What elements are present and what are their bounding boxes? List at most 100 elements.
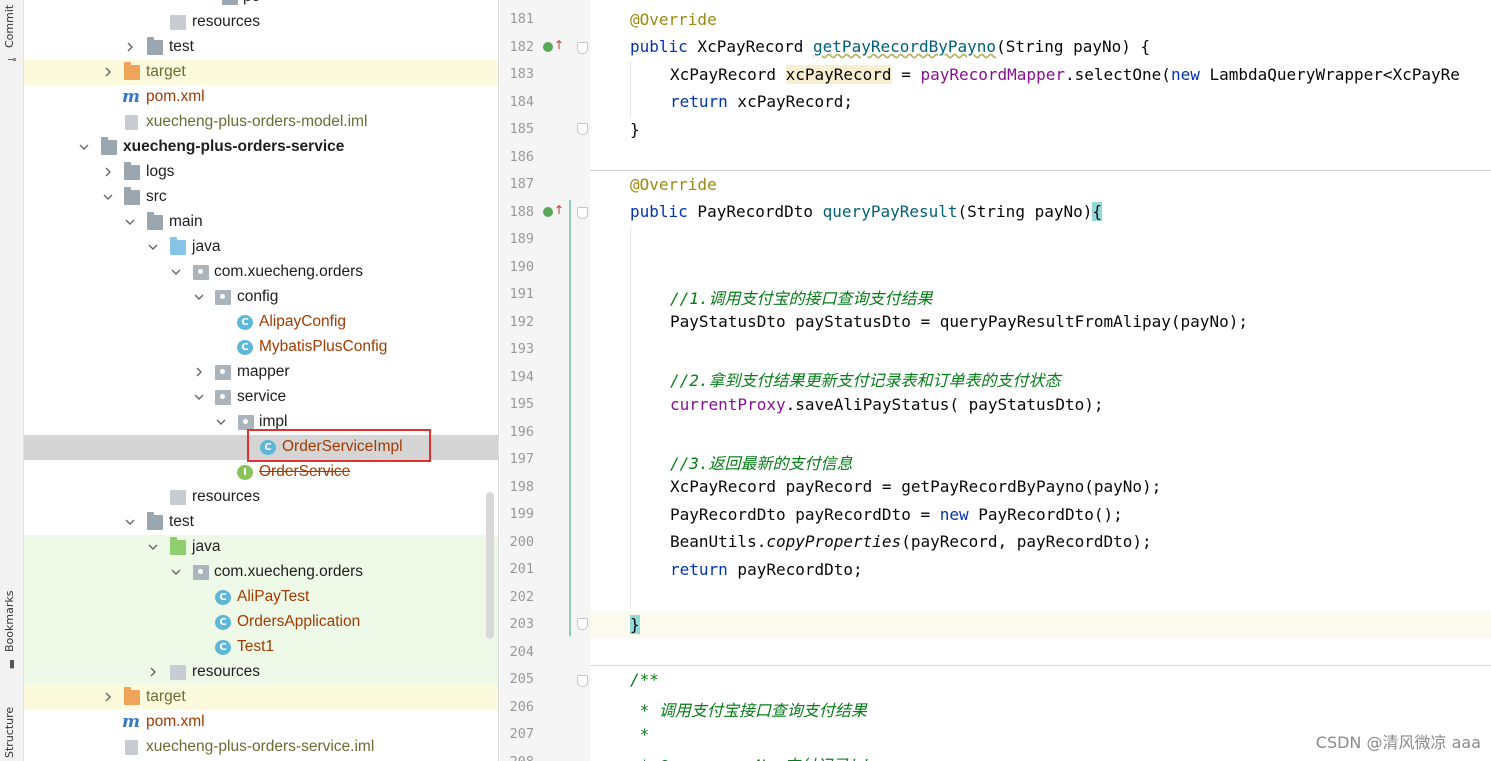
tree-row-alipaytest[interactable]: C AliPayTest [24,585,498,610]
tree-row-impl[interactable]: impl [24,410,498,435]
code-line-194[interactable]: //2.拿到支付结果更新支付记录表和订单表的支付状态 [670,367,1061,391]
code-line-205[interactable]: /** [630,670,659,689]
tree-row-service[interactable]: service [24,385,498,410]
code-line-181[interactable]: @Override [630,10,717,29]
code-line-201[interactable]: return payRecordDto; [670,560,863,579]
tree-row-mapper[interactable]: mapper [24,360,498,385]
implements-method-icon[interactable] [543,207,553,217]
commit-tool-button[interactable]: Commit [3,5,16,48]
tree-row-src[interactable]: src [24,185,498,210]
chevron-right-icon[interactable] [102,166,114,178]
tree-row-test-resources[interactable]: resources [24,660,498,685]
fold-icon[interactable] [577,207,588,219]
tree-row-logs[interactable]: logs [24,160,498,185]
chevron-down-icon[interactable] [193,291,205,303]
tree-row-src-test[interactable]: test [24,510,498,535]
tree-row-service-target[interactable]: target [24,685,498,710]
code-line-207[interactable]: * [630,725,650,744]
tree-row-orderserviceimpl[interactable]: C OrderServiceImpl [24,435,498,460]
structure-tool-button[interactable]: Structure [3,707,16,758]
tree-row-config[interactable]: config [24,285,498,310]
keyword-token: new [1170,65,1200,84]
tree-row-test-package[interactable]: com.xuecheng.orders [24,560,498,585]
code-line-185[interactable]: } [630,120,640,139]
tree-row-main-java[interactable]: java [24,235,498,260]
tree-row-service-pom[interactable]: m pom.xml [24,710,498,735]
tree-row-main[interactable]: main [24,210,498,235]
tree-label: com.xuecheng.orders [214,263,364,280]
chevron-right-icon[interactable] [102,66,114,78]
chevron-right-icon[interactable] [147,666,159,678]
code-line-206[interactable]: * 调用支付宝接口查询支付结果 [630,697,867,721]
code-line-195[interactable]: currentProxy.saveAliPayStatus( payStatus… [670,395,1103,414]
folder-icon [222,0,238,5]
code-line-203[interactable]: } [630,615,640,634]
code-line-192[interactable]: PayStatusDto payStatusDto = queryPayResu… [670,312,1248,331]
override-marker[interactable]: ↑ [543,203,564,218]
tree-row-test[interactable]: test [24,35,498,60]
annotation-token: @Override [630,175,717,194]
tree-row-mybatisplusconfig[interactable]: C MybatisPlusConfig [24,335,498,360]
chevron-down-icon[interactable] [147,241,159,253]
implements-method-icon[interactable] [543,42,553,52]
override-marker[interactable]: ↑ [543,38,564,53]
line-number: 197 [509,451,534,467]
tree-row-target[interactable]: target [24,60,498,85]
tree-row-package-orders[interactable]: com.xuecheng.orders [24,260,498,285]
tree-row-test1[interactable]: C Test1 [24,635,498,660]
commit-icon[interactable]: ⊸ [6,54,18,66]
chevron-right-icon[interactable] [193,366,205,378]
vcs-change-marker[interactable] [569,200,571,636]
tree-row-alipayconfig[interactable]: C AlipayConfig [24,310,498,335]
tree-row-po[interactable]: po [24,0,498,10]
fold-icon[interactable] [577,618,588,630]
chevron-right-icon[interactable] [124,41,136,53]
tree-row-pom[interactable]: m pom.xml [24,85,498,110]
chevron-down-icon[interactable] [102,191,114,203]
code-line-183[interactable]: XcPayRecord xcPayRecord = payRecordMappe… [670,65,1460,84]
code-line-182[interactable]: public XcPayRecord getPayRecordByPayno(S… [630,37,1150,56]
tree-row-resources[interactable]: resources [24,10,498,35]
tree-row-model-iml[interactable]: xuecheng-plus-orders-model.iml [24,110,498,135]
code-line-191[interactable]: //1.调用支付宝的接口查询支付结果 [670,285,933,309]
line-number: 185 [509,121,534,137]
code-line-197[interactable]: //3.返回最新的支付信息 [670,450,853,474]
method-name-token: getPayRecordByPayno [813,37,997,56]
chevron-down-icon[interactable] [147,541,159,553]
code-line-188[interactable]: public PayRecordDto queryPayResult(Strin… [630,202,1103,221]
code-line-198[interactable]: XcPayRecord payRecord = getPayRecordByPa… [670,477,1161,496]
chevron-down-icon[interactable] [193,391,205,403]
tree-label: logs [146,163,175,180]
code-line-187[interactable]: @Override [630,175,717,194]
chevron-down-icon[interactable] [124,216,136,228]
class-icon: C [237,340,253,355]
fold-icon[interactable] [577,123,588,135]
tree-scrollbar[interactable] [486,492,494,639]
fold-icon[interactable] [577,42,588,54]
line-number: 200 [509,534,534,550]
resources-folder-icon [170,15,186,30]
indent-guide [630,228,631,608]
chevron-down-icon[interactable] [78,141,90,153]
line-number: 189 [509,231,534,247]
tree-label: java [192,238,221,255]
tree-row-test-java[interactable]: java [24,535,498,560]
fold-icon[interactable] [577,675,588,687]
bookmark-icon[interactable]: ▮ [6,658,18,670]
tree-row-service-module[interactable]: xuecheng-plus-orders-service [24,135,498,160]
code-line-200[interactable]: BeanUtils.copyProperties(payRecord, payR… [670,532,1152,551]
code-line-208[interactable]: * @param payNo 支付记录id [630,752,868,761]
chevron-down-icon[interactable] [170,266,182,278]
chevron-right-icon[interactable] [102,691,114,703]
bookmarks-tool-button[interactable]: Bookmarks [3,591,16,652]
tree-row-ordersapplication[interactable]: C OrdersApplication [24,610,498,635]
tree-row-service-iml[interactable]: xuecheng-plus-orders-service.iml [24,735,498,760]
chevron-down-icon[interactable] [215,416,227,428]
code-line-184[interactable]: return xcPayRecord; [670,92,853,111]
tree-row-main-resources[interactable]: resources [24,485,498,510]
code-line-199[interactable]: PayRecordDto payRecordDto = new PayRecor… [670,505,1123,524]
chevron-down-icon[interactable] [124,516,136,528]
package-icon [193,265,209,280]
tree-row-orderservice[interactable]: I OrderService [24,460,498,485]
chevron-down-icon[interactable] [170,566,182,578]
